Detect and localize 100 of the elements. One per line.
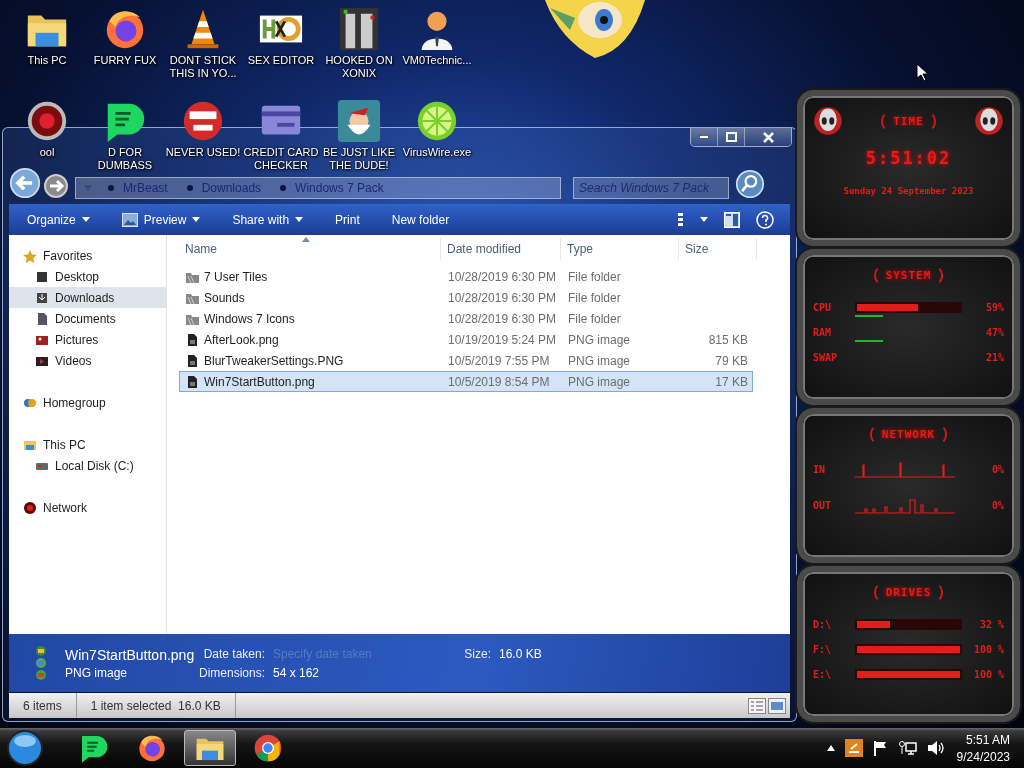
file-row[interactable]: Windows 7 Icons 10/28/2019 6:30 PM File folder — [179, 308, 753, 329]
field-value: 54 x 162 — [273, 665, 321, 680]
icon-label[interactable]: FURRY FUX — [93, 54, 157, 67]
nav-item[interactable]: Documents — [9, 308, 166, 329]
show-hidden-icons-icon[interactable] — [826, 745, 835, 751]
meter-label: OUT — [813, 500, 833, 511]
field-label: Date taken: — [202, 646, 265, 661]
size-cell-text: 79 KB — [714, 353, 749, 368]
icon-label[interactable]: This PC — [27, 54, 67, 67]
close-icon — [762, 131, 774, 143]
flag-icon[interactable] — [872, 740, 889, 756]
meter-label: RAM — [813, 326, 833, 338]
details-view-icon — [748, 697, 766, 714]
icon-label[interactable]: D FOR DUMBASS — [86, 146, 164, 172]
nav-item[interactable]: Downloads — [9, 287, 166, 308]
nav-item[interactable]: Videos — [9, 350, 166, 371]
clock-time[interactable]: 5:51 AM — [965, 732, 1010, 747]
clock-date: Sunday 24 September 2023 — [843, 186, 974, 196]
field-label: Dimensions: — [197, 665, 265, 680]
clock-date[interactable]: 9/24/2023 — [956, 749, 1010, 764]
type-cell-text: File folder — [567, 269, 622, 284]
file-row[interactable]: Win7StartButton.png 10/5/2019 8:54 PM PNG image 17 KB — [179, 371, 753, 392]
meter-label: SWAP — [813, 351, 839, 363]
icon-label[interactable]: VirusWire.exe — [402, 146, 472, 159]
minimize-button[interactable] — [691, 128, 718, 146]
toolbar-button[interactable]: Organize — [19, 208, 98, 231]
mouse-pointer-icon — [916, 63, 928, 81]
breadcrumb-separator-icon — [186, 185, 193, 191]
panel-title: SYSTEM — [873, 264, 944, 286]
file-row[interactable]: 7 User Tiles 10/28/2019 6:30 PM File folder — [179, 266, 753, 287]
alien-head-icon — [813, 106, 843, 136]
forward-button[interactable] — [43, 173, 69, 199]
type-cell-text: PNG image — [567, 353, 632, 368]
meter-label: IN — [813, 464, 827, 475]
file-row[interactable]: BlurTweakerSettings.PNG 10/5/2019 7:55 PM PNG image 79 KB — [179, 350, 753, 371]
tiles-view-button[interactable] — [768, 697, 786, 714]
caret-icon — [700, 217, 708, 222]
nav-item[interactable]: This PC — [9, 434, 166, 455]
search-button[interactable] — [735, 169, 765, 199]
breadcrumb-separator-icon — [108, 185, 114, 191]
nav-item[interactable]: Desktop — [9, 266, 166, 287]
meter-reading: 0% — [990, 500, 1004, 511]
desktop-folder-icon — [35, 269, 49, 284]
icon-label[interactable]: CREDIT CARD CHECKER — [242, 146, 320, 172]
nav-item[interactable]: Network — [9, 497, 166, 518]
start-button[interactable] — [6, 729, 44, 767]
icon-label[interactable]: NEVER USED! — [165, 146, 241, 159]
file-name: Win7StartButton.png — [65, 646, 195, 663]
nav-item[interactable]: Local Disk (C:) — [9, 455, 166, 476]
column-header[interactable]: Size — [679, 237, 757, 260]
meter-reading: 100 % — [972, 644, 1004, 656]
preview-pane-icon — [724, 211, 740, 228]
start-orb-stack-icon — [33, 645, 49, 681]
toolbar-button[interactable]: Share with — [224, 208, 312, 231]
nav-item[interactable]: Pictures — [9, 329, 166, 350]
maximize-button[interactable] — [718, 128, 745, 146]
icon-label[interactable]: VM0Technic... — [402, 54, 472, 67]
icon-label[interactable]: BE JUST LIKE THE DUDE! — [320, 146, 398, 172]
column-header[interactable]: Type — [561, 237, 679, 260]
details-view-button[interactable] — [748, 697, 766, 714]
file-row[interactable]: Sounds 10/28/2019 6:30 PM File folder — [179, 287, 753, 308]
date-cell-text: 10/5/2019 7:55 PM — [447, 353, 551, 368]
toolbar-button[interactable]: Print — [327, 208, 368, 231]
column-header[interactable]: Name — [179, 237, 441, 260]
image-file-icon — [185, 353, 199, 368]
nav-item[interactable]: Homegroup — [9, 392, 166, 413]
type-cell-text: PNG image — [567, 374, 632, 389]
meter-label: D:\ — [813, 619, 833, 631]
image-file-icon — [185, 332, 199, 347]
meter-reading: 0% — [990, 464, 1004, 475]
field-label: Size: — [463, 646, 491, 661]
taskbar-button[interactable] — [184, 730, 236, 766]
file-type: PNG image — [65, 665, 129, 680]
clock-time: 5:51:02 — [865, 148, 952, 168]
file-name: Sounds — [204, 290, 245, 305]
icon-label[interactable]: ool — [39, 146, 55, 159]
nav-item[interactable]: Favorites — [9, 245, 166, 266]
toolbar-button[interactable]: New folder — [383, 208, 458, 231]
field-value: 16.0 KB — [499, 646, 542, 661]
icon-label[interactable]: DONT STICK THIS IN YO... — [164, 54, 242, 80]
size-cell-text: 17 KB — [714, 374, 749, 389]
network-icon[interactable] — [898, 740, 917, 756]
date-cell-text: 10/28/2019 6:30 PM — [447, 311, 558, 326]
meter-line — [855, 314, 883, 317]
app-icon[interactable] — [844, 739, 863, 757]
elf-icon[interactable] — [336, 98, 382, 144]
meter-reading: 100 % — [972, 669, 1004, 681]
volume-icon[interactable] — [926, 740, 945, 756]
icon-label[interactable]: SEX EDITOR — [247, 54, 315, 67]
file-name: Windows 7 Icons — [204, 311, 295, 326]
column-header[interactable]: Date modified — [441, 237, 561, 260]
tiles-view-icon — [768, 697, 786, 714]
toolbar-button[interactable]: Preview — [113, 208, 209, 231]
meter-label: CPU — [813, 301, 833, 313]
back-button[interactable] — [9, 167, 41, 199]
icon-label[interactable]: HOOKED ON XONIX — [320, 54, 398, 80]
file-row[interactable]: AfterLook.png 10/19/2019 5:24 PM PNG image 815 KB — [179, 329, 753, 350]
browser-icon — [252, 732, 284, 764]
close-button[interactable] — [745, 128, 791, 146]
image-file-icon — [185, 374, 199, 389]
